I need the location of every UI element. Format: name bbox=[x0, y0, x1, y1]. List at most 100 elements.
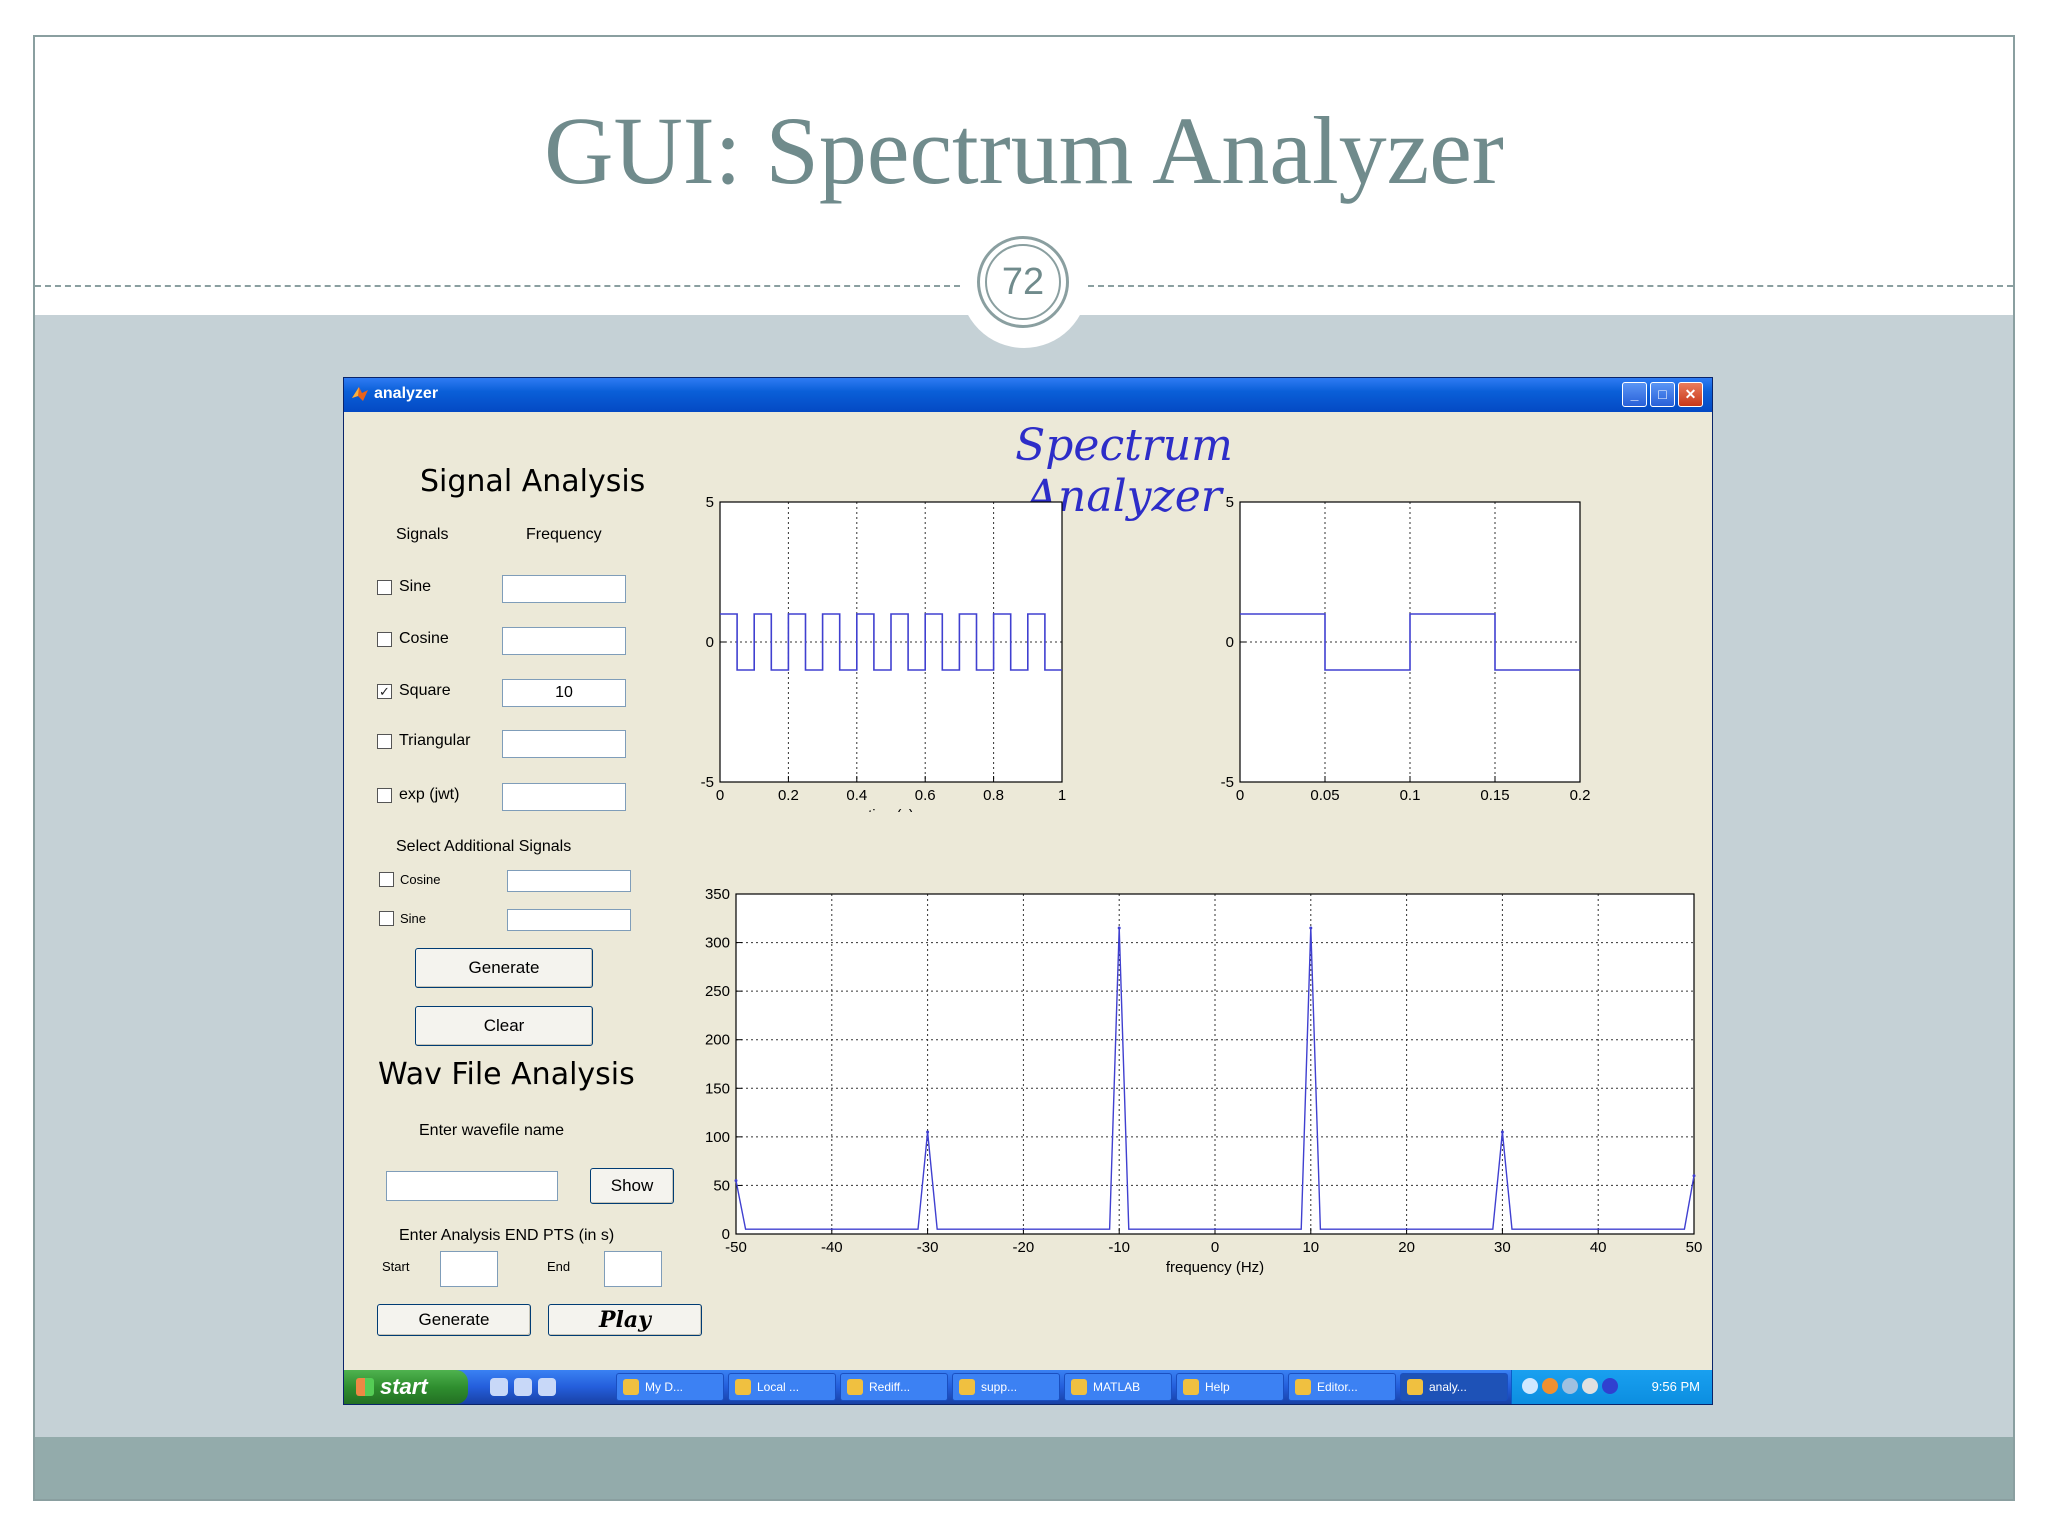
header-divider-left bbox=[35, 285, 960, 287]
x-tick-label: 1 bbox=[1058, 787, 1066, 804]
x-tick-label: 0.6 bbox=[915, 787, 936, 804]
taskbar-clock: 9:56 PM bbox=[1651, 1379, 1700, 1394]
close-button[interactable]: ✕ bbox=[1678, 382, 1703, 407]
y-tick-label: 50 bbox=[713, 1177, 730, 1194]
x-tick-label: 0.05 bbox=[1310, 787, 1339, 804]
task-label: Help bbox=[1205, 1380, 1230, 1394]
cosine-frequency-input[interactable] bbox=[502, 627, 626, 655]
minimize-icon: _ bbox=[1630, 386, 1639, 402]
taskbar-task[interactable]: Local ... bbox=[728, 1373, 836, 1401]
tray-app-icon[interactable] bbox=[1542, 1378, 1558, 1394]
signals-column-label: Signals bbox=[396, 526, 449, 543]
taskbar-task[interactable]: Editor... bbox=[1288, 1373, 1396, 1401]
task-label: Editor... bbox=[1317, 1380, 1358, 1394]
y-tick-label: 5 bbox=[1226, 494, 1234, 511]
taskbar-task[interactable]: MATLAB bbox=[1064, 1373, 1172, 1401]
cosine-checkbox[interactable] bbox=[377, 632, 392, 647]
x-tick-label: -40 bbox=[821, 1239, 843, 1256]
y-tick-label: -5 bbox=[701, 774, 714, 791]
tray-volume-icon[interactable] bbox=[1582, 1378, 1598, 1394]
checkmark-icon: ✓ bbox=[379, 684, 390, 699]
x-tick-label: -10 bbox=[1108, 1239, 1130, 1256]
square-frequency-input[interactable]: 10 bbox=[502, 679, 626, 707]
tray-security-icon[interactable] bbox=[1602, 1378, 1618, 1394]
minimize-button[interactable]: _ bbox=[1622, 382, 1647, 407]
x-tick-label: 0 bbox=[716, 787, 724, 804]
task-app-icon bbox=[1407, 1379, 1423, 1395]
frequency-spectrum-plot: -50 -40 -30 -20 -10 0 10 20 30 40 5035030025020015… bbox=[705, 886, 1702, 1276]
additional-cosine-input[interactable] bbox=[507, 870, 631, 892]
system-tray: 9:56 PM bbox=[1511, 1370, 1712, 1404]
task-label: Rediff... bbox=[869, 1380, 911, 1394]
taskbar-task[interactable]: Rediff... bbox=[840, 1373, 948, 1401]
x-tick-label: 0 bbox=[1211, 1239, 1219, 1256]
additional-sine-checkbox[interactable] bbox=[379, 911, 394, 926]
square-wave-line bbox=[720, 613, 1062, 671]
quicklaunch-media-icon[interactable] bbox=[538, 1378, 556, 1396]
tray-settings-icon[interactable] bbox=[1562, 1378, 1578, 1394]
y-tick-label: -5 bbox=[1221, 774, 1234, 791]
spectrum-peak-point bbox=[734, 1179, 738, 1183]
spectrum-peak-point bbox=[1500, 1130, 1504, 1134]
clear-button[interactable]: Clear bbox=[415, 1006, 593, 1046]
y-tick-label: 350 bbox=[705, 886, 730, 903]
sine-frequency-input[interactable] bbox=[502, 575, 626, 603]
additional-cosine-checkbox[interactable] bbox=[379, 872, 394, 887]
x-axis-label: time(s) bbox=[868, 807, 914, 812]
y-tick-label: 100 bbox=[705, 1129, 730, 1146]
x-axis-label: frequency (Hz) bbox=[1166, 1259, 1264, 1276]
taskbar-task[interactable]: My D... bbox=[616, 1373, 724, 1401]
task-app-icon bbox=[735, 1379, 751, 1395]
task-app-icon bbox=[959, 1379, 975, 1395]
quicklaunch-browser-icon[interactable] bbox=[514, 1378, 532, 1396]
additional-sine-input[interactable] bbox=[507, 909, 631, 931]
y-tick-label: 0 bbox=[706, 634, 714, 651]
analysis-pts-prompt: Enter Analysis END PTS (in s) bbox=[399, 1227, 615, 1244]
show-button[interactable]: Show bbox=[590, 1168, 674, 1204]
quicklaunch-desktop-icon[interactable] bbox=[490, 1378, 508, 1396]
wavefile-input[interactable] bbox=[386, 1171, 558, 1201]
taskbar-task[interactable]: analy... bbox=[1400, 1373, 1508, 1401]
task-app-icon bbox=[623, 1379, 639, 1395]
task-app-icon bbox=[847, 1379, 863, 1395]
x-tick-label: 0.2 bbox=[778, 787, 799, 804]
taskbar-task[interactable]: Help bbox=[1176, 1373, 1284, 1401]
cosine-label: Cosine bbox=[399, 630, 449, 647]
task-app-icon bbox=[1295, 1379, 1311, 1395]
additional-signals-label: Select Additional Signals bbox=[396, 838, 572, 855]
x-tick-label: 0.8 bbox=[983, 787, 1004, 804]
start-input[interactable] bbox=[440, 1251, 498, 1287]
sine-checkbox[interactable] bbox=[377, 580, 392, 595]
square-label: Square bbox=[399, 682, 451, 699]
y-tick-label: 150 bbox=[705, 1080, 730, 1097]
task-label: supp... bbox=[981, 1380, 1018, 1394]
frequency-column-label: Frequency bbox=[526, 526, 602, 543]
generate-wav-button[interactable]: Generate bbox=[377, 1304, 531, 1336]
triangular-label: Triangular bbox=[399, 732, 471, 749]
play-button[interactable]: Play bbox=[548, 1304, 702, 1336]
x-tick-label: 10 bbox=[1302, 1239, 1319, 1256]
maximize-button[interactable]: □ bbox=[1650, 382, 1675, 407]
time-domain-zoom-plot: 0 0.05 0.1 0.15 0.250-5 bbox=[1221, 494, 1591, 804]
exp-checkbox[interactable] bbox=[377, 788, 392, 803]
window-titlebar[interactable]: analyzer _ □ ✕ bbox=[344, 378, 1712, 412]
end-input[interactable] bbox=[604, 1251, 662, 1287]
task-app-icon bbox=[1071, 1379, 1087, 1395]
square-checkbox[interactable]: ✓ bbox=[377, 684, 392, 699]
start-button[interactable]: start bbox=[344, 1370, 468, 1404]
signal-analysis-title: Signal Analysis bbox=[420, 464, 646, 499]
task-label: Local ... bbox=[757, 1380, 800, 1394]
tray-network-icon[interactable] bbox=[1522, 1378, 1538, 1394]
start-label: Start bbox=[382, 1259, 410, 1274]
exp-frequency-input[interactable] bbox=[502, 783, 626, 811]
spectrum-peak-point bbox=[1117, 926, 1121, 930]
triangular-checkbox[interactable] bbox=[377, 734, 392, 749]
task-label: analy... bbox=[1429, 1380, 1467, 1394]
slide-title: GUI: Spectrum Analyzer bbox=[544, 97, 1504, 204]
triangular-frequency-input[interactable] bbox=[502, 730, 626, 758]
taskbar-task[interactable]: supp... bbox=[952, 1373, 1060, 1401]
additional-sine-label: Sine bbox=[400, 911, 427, 926]
generate-signal-button[interactable]: Generate bbox=[415, 948, 593, 988]
task-label: My D... bbox=[645, 1380, 683, 1394]
close-icon: ✕ bbox=[1684, 386, 1697, 402]
